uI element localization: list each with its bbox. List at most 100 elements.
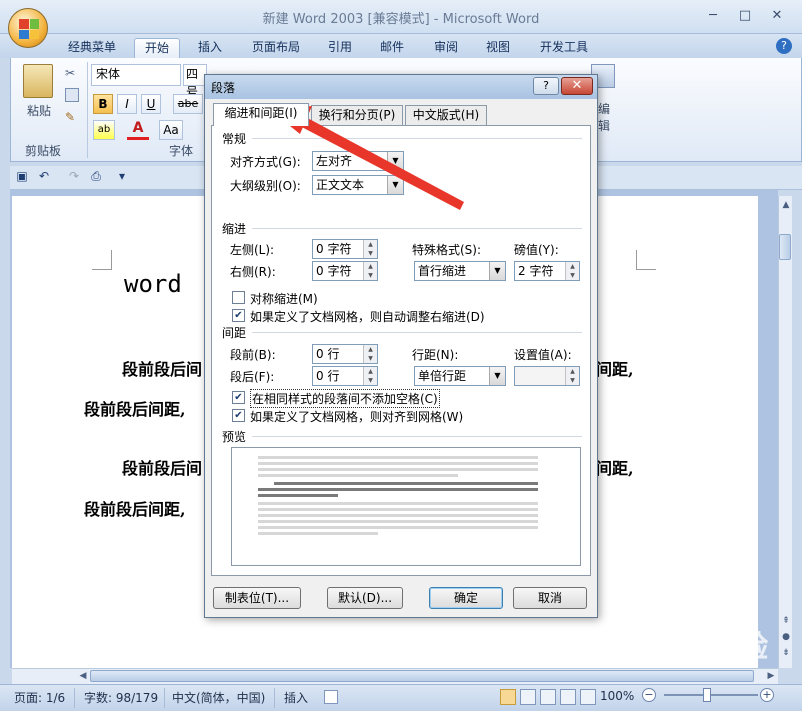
spinner-icon[interactable]: ▲ ▼ [363,345,377,363]
zoom-in-icon[interactable]: + [760,688,774,702]
ok-button[interactable]: 确定 [429,587,503,609]
italic-button[interactable]: I [117,94,137,114]
print-preview-icon[interactable]: ⎙ [88,169,104,185]
chevron-down-icon[interactable]: ▼ [489,262,505,280]
indent-left-label: 左侧(L): [230,243,275,257]
indent-left-input[interactable]: 0 字符 ▲ ▼ [312,239,378,259]
spinner-icon[interactable]: ▲ ▼ [565,262,579,280]
section-indentation: 缩进 [222,222,247,236]
strikethrough-button[interactable]: abe [173,94,203,114]
zoom-slider-thumb[interactable] [703,688,711,702]
bold-button[interactable]: B [93,94,113,114]
dialog-close-button[interactable]: ✕ [561,77,593,95]
spacing-at-input[interactable]: ▲ ▼ [514,366,580,386]
print-layout-view-icon[interactable] [500,689,516,705]
tab-classic-menu[interactable]: 经典菜单 [60,38,124,58]
paste-icon[interactable] [23,64,53,98]
alignment-label: 对齐方式(G): [230,155,301,169]
snap-to-grid-checkbox[interactable]: ✔ [232,409,245,422]
highlight-icon[interactable]: ab [93,120,115,140]
mirror-indent-checkbox[interactable] [232,291,245,304]
line-spacing-select[interactable]: 单倍行距 ▼ [414,366,506,386]
indent-by-label: 磅值(Y): [514,243,559,257]
zoom-level[interactable]: 100% [600,689,634,703]
change-case-button[interactable]: Aa [159,120,183,140]
auto-right-indent-label[interactable]: 如果定义了文档网格，则自动调整右缩进(D) [250,308,485,325]
spacing-before-input[interactable]: 0 行 ▲ ▼ [312,344,378,364]
office-logo-icon [19,19,39,39]
font-name-combo[interactable]: 宋体 [91,64,181,86]
tab-mailings[interactable]: 邮件 [370,38,414,58]
scroll-up-icon[interactable]: ▲ [779,200,793,210]
chevron-down-icon[interactable]: ▼ [489,367,505,385]
full-screen-view-icon[interactable] [520,689,536,705]
redo-icon[interactable]: ↷ [66,169,82,185]
copy-icon[interactable] [65,88,79,102]
status-page[interactable]: 页面: 1/6 [14,689,65,706]
document-line: 段前段后间 [122,459,203,478]
tab-view[interactable]: 视图 [476,38,520,58]
indent-right-label: 右侧(R): [230,265,276,279]
draft-view-icon[interactable] [580,689,596,705]
minimize-button[interactable]: ─ [700,6,726,26]
dialog-help-button[interactable]: ? [533,77,559,95]
special-indent-select[interactable]: 首行缩进 ▼ [414,261,506,281]
maximize-button[interactable]: □ [732,6,758,26]
customize-qat-icon[interactable]: ▾ [114,169,130,185]
tab-page-layout[interactable]: 页面布局 [244,38,308,58]
tab-home[interactable]: 开始 [134,38,180,58]
save-icon[interactable]: ▣ [14,169,30,185]
chevron-down-icon[interactable]: ▼ [387,176,403,194]
status-word-count[interactable]: 字数: 98/179 [84,689,158,706]
mirror-indent-label[interactable]: 对称缩进(M) [250,290,318,307]
set-default-button[interactable]: 默认(D)... [327,587,403,609]
spinner-icon[interactable]: ▲ ▼ [363,367,377,385]
format-painter-icon[interactable]: ✎ [65,110,79,124]
font-color-button[interactable]: A [127,120,149,140]
spinner-icon[interactable]: ▲ ▼ [565,367,579,385]
status-insert-mode[interactable]: 插入 [284,689,308,706]
scroll-left-icon[interactable]: ◀ [76,671,90,681]
vertical-scroll-thumb[interactable] [779,234,791,260]
macro-record-icon[interactable] [324,690,338,704]
undo-icon[interactable]: ↶ [36,169,52,185]
spinner-icon[interactable]: ▲ ▼ [363,262,377,280]
no-space-same-style-checkbox[interactable]: ✔ [232,391,245,404]
outline-level-select[interactable]: 正文文本 ▼ [312,175,404,195]
vertical-scrollbar[interactable]: ▲ ⇞ ● ⇟ [778,196,792,668]
tab-references[interactable]: 引用 [318,38,362,58]
underline-button[interactable]: U [141,94,161,114]
tabs-button[interactable]: 制表位(T)... [213,587,301,609]
snap-to-grid-label[interactable]: 如果定义了文档网格，则对齐到网格(W) [250,408,463,425]
web-layout-view-icon[interactable] [540,689,556,705]
scroll-right-icon[interactable]: ▶ [764,671,778,681]
cut-icon[interactable]: ✂ [65,66,79,80]
no-space-same-style-label[interactable]: 在相同样式的段落间不添加空格(C) [250,389,440,408]
spacing-after-input[interactable]: 0 行 ▲ ▼ [312,366,378,386]
zoom-out-icon[interactable]: − [642,688,656,702]
spacing-at-label: 设置值(A): [514,348,572,362]
status-language[interactable]: 中文(简体，中国) [172,689,265,706]
help-icon[interactable]: ? [776,38,792,54]
tab-indents-spacing[interactable]: 缩进和间距(I) [213,103,309,126]
cancel-button[interactable]: 取消 [513,587,587,609]
alignment-select[interactable]: 左对齐 ▼ [312,151,404,171]
tab-insert[interactable]: 插入 [188,38,232,58]
auto-right-indent-checkbox[interactable]: ✔ [232,309,245,322]
chevron-down-icon[interactable]: ▼ [387,152,403,170]
indent-right-input[interactable]: 0 字符 ▲ ▼ [312,261,378,281]
close-button[interactable]: ✕ [764,6,790,26]
tab-line-page-breaks[interactable]: 换行和分页(P) [311,105,403,125]
spacing-before-label: 段前(B): [230,348,276,362]
paste-label[interactable]: 粘贴 [17,102,61,119]
zoom-slider[interactable] [664,694,758,696]
dialog-title-bar[interactable]: 段落 ? ✕ [205,75,597,99]
tab-asian-typography[interactable]: 中文版式(H) [405,105,487,125]
office-button[interactable] [8,8,48,48]
indent-by-input[interactable]: 2 字符 ▲ ▼ [514,261,580,281]
tab-developer[interactable]: 开发工具 [532,38,596,58]
outline-view-icon[interactable] [560,689,576,705]
status-bar: 页面: 1/6 字数: 98/179 中文(简体，中国) 插入 100% [0,684,802,711]
tab-review[interactable]: 审阅 [424,38,468,58]
spinner-icon[interactable]: ▲ ▼ [363,240,377,258]
